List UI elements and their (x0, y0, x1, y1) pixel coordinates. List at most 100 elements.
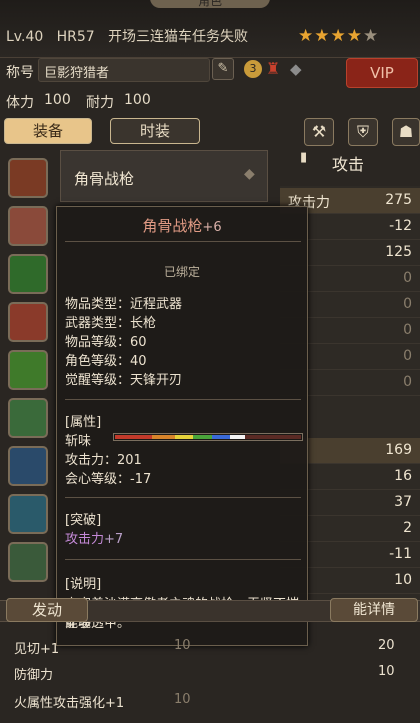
star-icon: ★ (346, 26, 363, 46)
stat-value: -11 (389, 546, 412, 562)
endurance-value: 100 (124, 92, 151, 108)
leg-slot[interactable] (8, 398, 48, 438)
sharp-white (230, 435, 246, 439)
item-name-line: 角骨战枪+6 (57, 215, 307, 236)
hunter-rank: HR57 (56, 29, 95, 45)
stat-value: 125 (385, 244, 412, 260)
value: 60 (130, 335, 147, 350)
crit-line: 会心等级：-17 (65, 468, 151, 487)
level: Lv.40 (6, 29, 44, 45)
stat-value: 2 (403, 520, 412, 536)
stat-value: 0 (403, 374, 412, 390)
equipped-weapon-name: 角骨战枪 (74, 170, 135, 188)
sharpness-label: 斩味 (65, 434, 92, 449)
tab-fashion[interactable]: 时装 (110, 118, 200, 144)
value: +7 (104, 532, 124, 547)
attack-line: 攻击力：201 (65, 449, 142, 468)
value: 近程武器 (130, 297, 183, 312)
gem-icon: ◆ (290, 60, 302, 78)
stat-value: 16 (394, 468, 412, 484)
title-value: 巨影狩猎者 (44, 66, 110, 81)
helmet-slot[interactable] (8, 206, 48, 246)
expand-icon: ◆ (244, 166, 255, 182)
skill-value: 10 (174, 638, 191, 653)
gem-slot[interactable] (8, 494, 48, 534)
charm-slot[interactable] (8, 446, 48, 486)
break-line: 攻击力+7 (65, 528, 123, 547)
label: 物品类型： (65, 297, 131, 312)
tab-equip[interactable]: 装备 (4, 118, 92, 144)
weapon-type-line: 武器类型：长枪 (65, 312, 156, 331)
break-header: [突破] (65, 513, 102, 528)
arm-slot[interactable] (8, 302, 48, 342)
value: 长枪 (130, 316, 157, 331)
awaken-line: 觉醒等级：天锋开刃 (65, 369, 182, 388)
weapon-filter-icon[interactable]: ⚒ (304, 118, 334, 146)
star-icon: ★ (298, 26, 315, 46)
sharpness-gauge (113, 433, 303, 441)
skill-tab[interactable]: 发动 (6, 598, 88, 622)
item-tooltip: 角骨战枪+6 已绑定 物品类型：近程武器 武器类型：长枪 物品等级：60 角色等… (56, 206, 308, 646)
armor-filter-icon[interactable]: ⛨ (348, 118, 378, 146)
title-label: 称号 (6, 65, 34, 81)
sharp-yellow (174, 435, 194, 439)
sharp-red (115, 435, 153, 439)
sharp-green (193, 435, 212, 439)
window-title: 角色 (150, 0, 270, 8)
divider (65, 241, 301, 242)
stats-header: 攻击 (332, 155, 365, 174)
label: 攻击力 (65, 532, 105, 547)
status-text: 开场三连猫车任务失败 (108, 29, 249, 45)
char-level-line: 角色等级：40 (65, 350, 147, 369)
label: 物品等级： (65, 335, 131, 350)
attr-header: [属性] (65, 415, 102, 430)
skill-detail-button[interactable]: 能详情 (330, 598, 418, 622)
skill-value: 10 (174, 692, 191, 707)
item-type-line: 物品类型：近程武器 (65, 293, 182, 312)
stamina-value: 100 (44, 92, 71, 108)
value: -17 (130, 472, 152, 487)
skill-name: 见切+1 (14, 642, 60, 657)
item-refine: +6 (202, 220, 222, 235)
label: 攻击力： (65, 453, 118, 468)
label: 角色等级： (65, 354, 131, 369)
skill-right-value: 20 (378, 638, 395, 653)
level-line: Lv.40 HR57 开场三连猫车任务失败 (6, 26, 248, 46)
sharp-orange (152, 435, 175, 439)
companion-filter-icon[interactable]: ☗ (392, 118, 420, 146)
edit-icon[interactable]: ✎ (212, 58, 234, 80)
value: 201 (117, 453, 142, 468)
sharp-empty (245, 435, 301, 439)
stamina-label: 体力 (6, 95, 34, 111)
stat-value: -12 (389, 218, 412, 234)
bookmark-icon: ▮ (300, 150, 308, 165)
value: 天锋开刃 (130, 373, 183, 388)
chest-slot[interactable] (8, 254, 48, 294)
stat-value: 275 (385, 192, 412, 208)
star-icon: ★ (363, 26, 380, 46)
vip-button[interactable]: VIP (346, 58, 418, 88)
stat-value: 0 (403, 348, 412, 364)
divider (65, 399, 301, 400)
stat-value: 0 (403, 322, 412, 338)
accessory-slot[interactable] (8, 542, 48, 582)
star-icon: ★ (314, 26, 331, 46)
waist-slot[interactable] (8, 350, 48, 390)
label: 会心等级： (65, 472, 131, 487)
bound-status: 已绑定 (163, 265, 200, 279)
stat-value: 0 (403, 270, 412, 286)
weapon-slot[interactable] (8, 158, 48, 198)
item-name: 角骨战枪 (142, 217, 203, 235)
skill-name: 火属性攻击强化+1 (14, 696, 125, 711)
rating-stars: ★★★★★ (298, 26, 379, 46)
stat-value: 0 (403, 296, 412, 312)
skill-right-value: 10 (378, 664, 395, 679)
skill-name: 防御力 (14, 668, 54, 683)
desc-header: [说明] (65, 577, 102, 592)
stat-value: 169 (385, 442, 412, 458)
value: 40 (130, 354, 147, 369)
stat-value: 10 (394, 572, 412, 588)
star-icon: ★ (330, 26, 347, 46)
endurance-label: 耐力 (86, 95, 114, 111)
stat-value: 37 (394, 494, 412, 510)
